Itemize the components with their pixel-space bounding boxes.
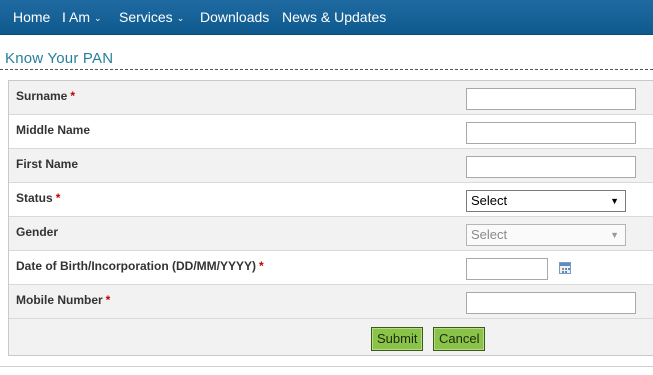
calendar-icon[interactable] [559,262,571,274]
gender-label: Gender [16,225,59,239]
first-name-input[interactable] [466,156,636,178]
status-label: Status * [16,191,61,205]
nav-downloads-label: Downloads [200,9,270,25]
form-row-dob: Date of Birth/Incorporation (DD/MM/YYYY)… [9,251,653,285]
mobile-input[interactable] [466,292,636,314]
mobile-label: Mobile Number * [16,293,111,307]
know-your-pan-form: Surname * Middle Name First Name Status * … [8,80,653,356]
top-nav-bar: Home I Am ⌄ Services ⌄ Downloads News & Up… [0,0,653,35]
submit-button[interactable]: Submit [371,327,424,351]
nav-news-updates[interactable]: News & Updates [282,0,386,34]
form-row-middle-name: Middle Name [9,115,653,149]
nav-home[interactable]: Home [13,0,50,34]
middle-name-label: Middle Name [16,123,91,137]
chevron-down-icon: ⌄ [176,13,185,23]
page-title: Know Your PAN [5,50,114,67]
nav-services-label: Services [119,9,173,25]
surname-label: Surname * [16,89,76,103]
nav-i-am[interactable]: I Am ⌄ [62,0,102,34]
gender-select-value: Select [471,227,508,242]
form-row-mobile: Mobile Number * [9,285,653,319]
status-select-value: Select [471,193,508,208]
nav-home-label: Home [13,9,51,25]
form-row-surname: Surname * [9,81,653,115]
form-row-status: Status * Select ▼ [9,183,653,217]
bottom-divider [0,366,653,367]
dob-input[interactable] [466,258,548,280]
nav-news-updates-label: News & Updates [282,9,387,25]
surname-input[interactable] [466,88,636,110]
form-row-gender: Gender Select ▼ [9,217,653,251]
dropdown-arrow-icon: ▼ [610,230,619,240]
form-row-first-name: First Name [9,149,653,183]
first-name-label: First Name [16,157,79,171]
nav-downloads[interactable]: Downloads [200,0,269,34]
nav-services[interactable]: Services ⌄ [119,0,184,34]
title-divider [0,69,653,70]
nav-i-am-label: I Am [62,9,91,25]
chevron-down-icon: ⌄ [94,13,102,23]
required-mark: * [259,259,264,273]
required-mark: * [55,191,61,205]
gender-select[interactable]: Select ▼ [466,224,626,246]
status-select[interactable]: Select ▼ [466,190,626,212]
required-mark: * [105,293,111,307]
required-mark: * [70,89,76,103]
middle-name-input[interactable] [466,122,636,144]
cancel-button[interactable]: Cancel [433,327,486,351]
dropdown-arrow-icon: ▼ [610,196,619,206]
dob-label: Date of Birth/Incorporation (DD/MM/YYYY)… [16,259,264,273]
form-actions: Submit Cancel [9,319,653,355]
